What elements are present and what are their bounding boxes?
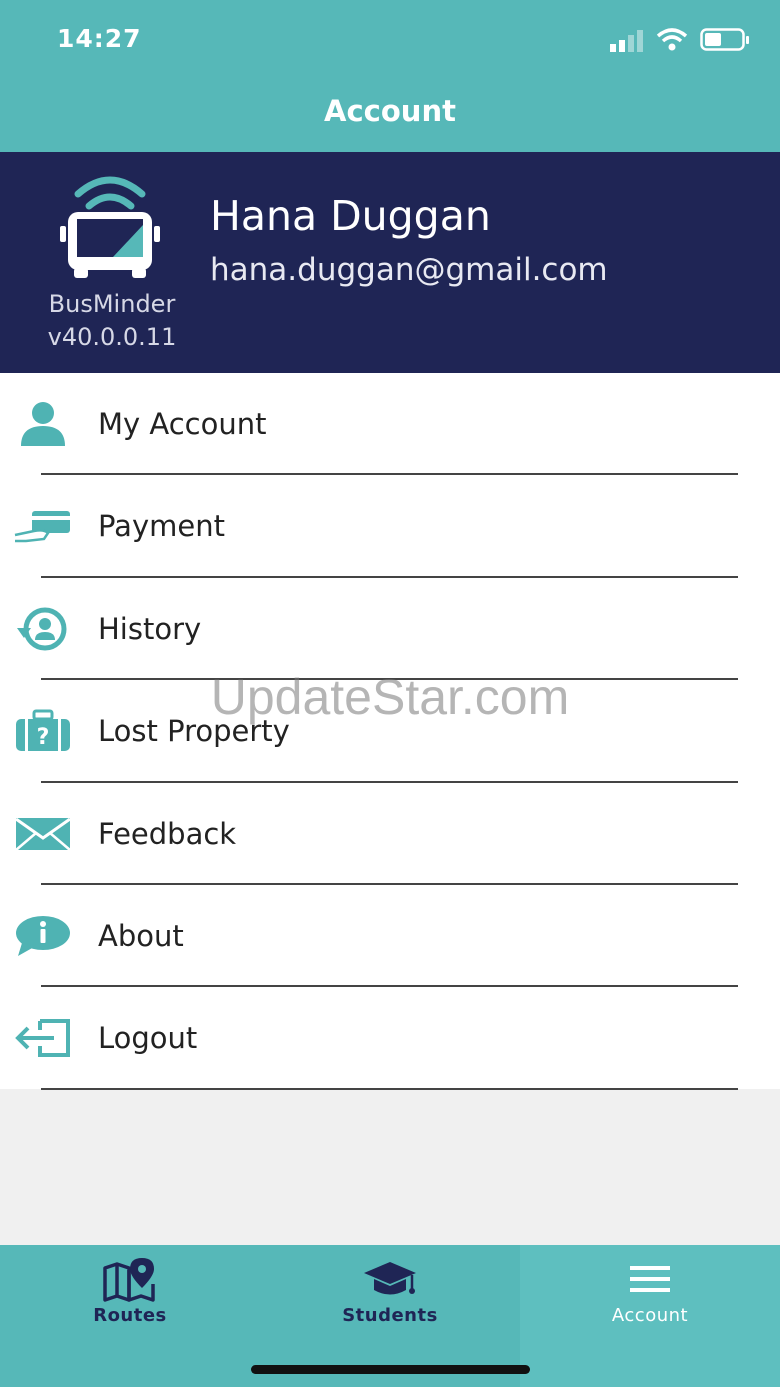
menu-item-feedback[interactable]: Feedback: [0, 783, 780, 885]
menu-item-label: Feedback: [98, 816, 237, 851]
menu-item-history[interactable]: History: [0, 578, 780, 681]
menu-item-payment[interactable]: Payment: [0, 475, 780, 578]
tab-label: Students: [342, 1305, 438, 1326]
brand-name: BusMinder: [48, 290, 176, 318]
history-icon: [14, 604, 72, 654]
menu-icon: [520, 1253, 780, 1305]
home-indicator: [251, 1365, 530, 1374]
tab-label: Account: [611, 1305, 689, 1326]
menu-item-label: About: [98, 918, 184, 953]
profile-header: BusMinder v40.0.0.11 Hana Duggan hana.du…: [0, 152, 780, 373]
svg-text:?: ?: [37, 725, 50, 750]
app-version: v40.0.0.11: [47, 323, 177, 351]
app-brand: BusMinder v40.0.0.11: [32, 288, 192, 354]
signal-icon: [610, 30, 643, 52]
tab-account[interactable]: Account: [520, 1245, 780, 1387]
top-bar: 14:27 Account: [0, 0, 780, 152]
envelope-icon: [14, 809, 72, 859]
graduation-cap-icon: [260, 1253, 520, 1305]
user-email: hana.duggan@gmail.com: [210, 252, 608, 288]
menu-item-my-account[interactable]: My Account: [0, 373, 780, 476]
menu-item-label: History: [98, 611, 202, 646]
user-name: Hana Duggan: [210, 192, 491, 240]
wifi-icon: [656, 28, 688, 51]
info-icon: [14, 911, 72, 961]
battery-icon: [700, 28, 749, 51]
credit-card-icon: [14, 501, 72, 551]
map-pin-icon: [0, 1253, 260, 1305]
menu-item-label: Payment: [98, 509, 225, 544]
menu-item-about[interactable]: About: [0, 885, 780, 988]
status-time: 14:27: [57, 24, 142, 53]
watermark: UpdateStar.com: [210, 669, 570, 725]
account-menu: My Account Payment History ? Lost Proper…: [0, 373, 780, 1090]
page-title: Account: [324, 94, 456, 128]
tab-routes[interactable]: Routes: [0, 1245, 260, 1387]
divider: [41, 1087, 738, 1090]
tab-label: Routes: [93, 1305, 167, 1326]
busminder-logo-icon: [60, 176, 160, 278]
menu-item-logout[interactable]: Logout: [0, 987, 780, 1090]
status-icons: [610, 28, 750, 52]
logout-icon: [14, 1013, 72, 1063]
menu-item-label: Logout: [98, 1021, 198, 1056]
person-icon: [14, 399, 72, 449]
menu-item-label: My Account: [98, 407, 267, 441]
